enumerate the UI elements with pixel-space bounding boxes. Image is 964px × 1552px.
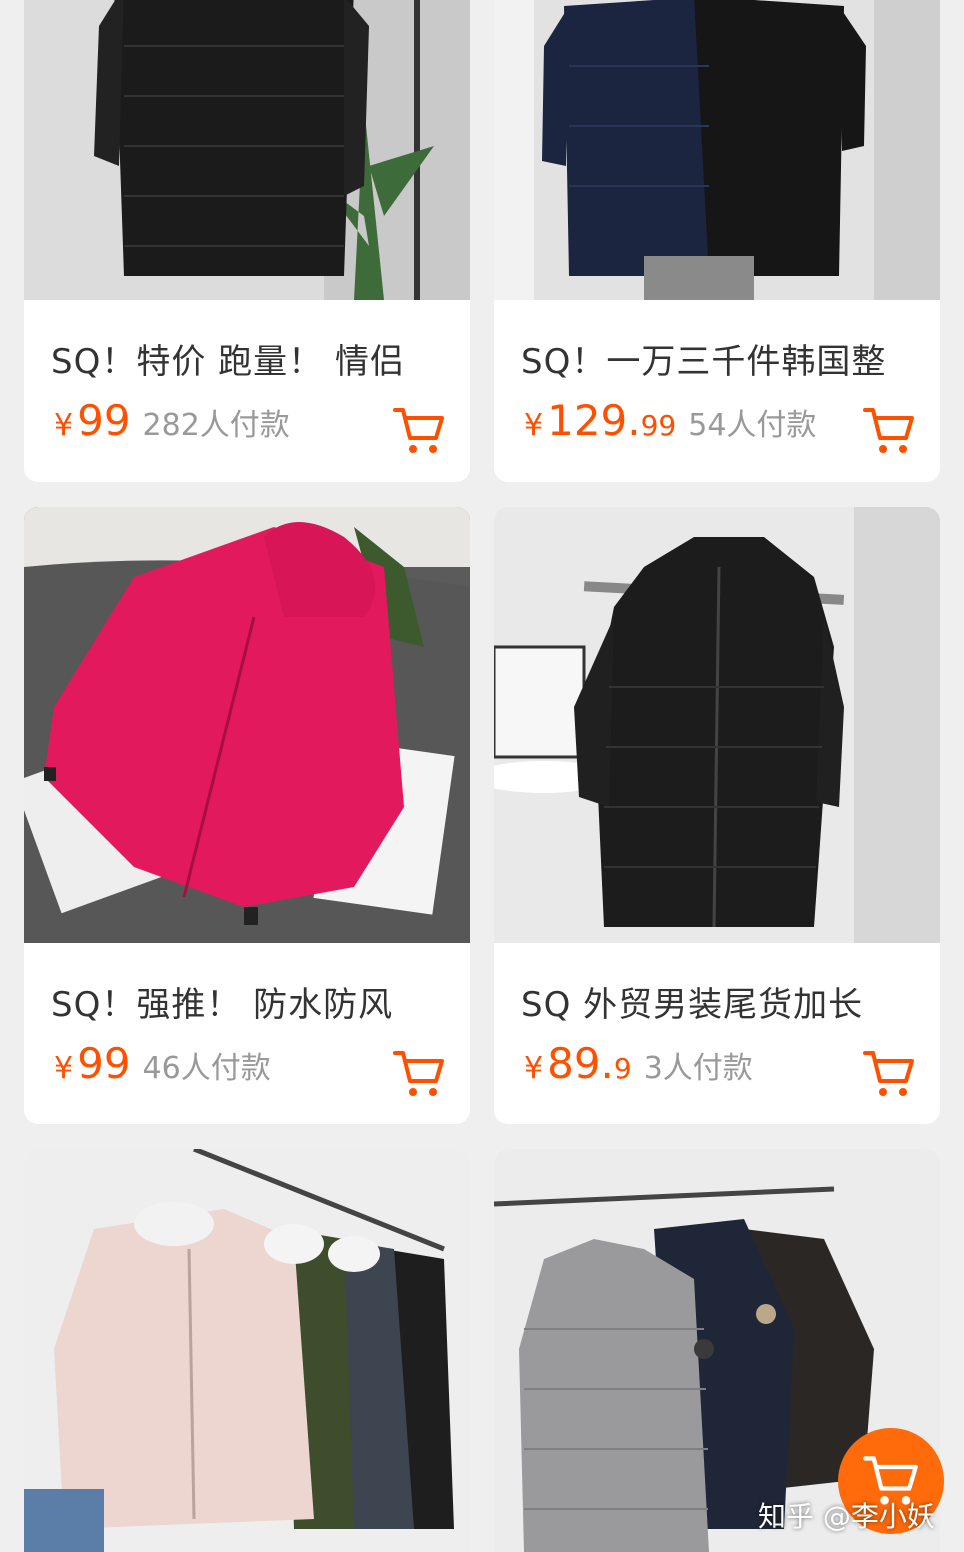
watermark: 知乎 @李小妖: [758, 1500, 935, 1533]
product-title[interactable]: SQ！特价 跑量！ 情侣: [51, 334, 450, 383]
cart-icon: [393, 408, 444, 453]
sales-count: 282人付款: [142, 408, 290, 443]
currency-symbol: ¥: [54, 408, 74, 443]
currency-symbol: ¥: [524, 408, 544, 443]
product-image[interactable]: [24, 0, 470, 300]
price: 129.: [547, 396, 641, 445]
cart-icon: [863, 1051, 914, 1096]
product-image[interactable]: [494, 0, 940, 300]
product-title[interactable]: SQ！强推！ 防水防风: [51, 977, 450, 1026]
product-card-4[interactable]: SQ 外贸男装尾货加长 ¥ 89. 9 3人付款: [494, 507, 940, 1124]
product-card-2[interactable]: SQ！一万三千件韩国整 ¥ 129. 99 54人付款: [494, 0, 940, 482]
price-decimal: 9: [613, 1052, 632, 1085]
add-to-cart-button[interactable]: [862, 1047, 916, 1101]
product-image[interactable]: [24, 507, 470, 943]
currency-symbol: ¥: [524, 1051, 544, 1086]
product-title[interactable]: SQ 外贸男装尾货加长: [521, 977, 920, 1026]
price-row: ¥ 99 282人付款: [54, 396, 290, 452]
product-card-3[interactable]: SQ！强推！ 防水防风 ¥ 99 46人付款: [24, 507, 470, 1124]
product-card-5[interactable]: [24, 1149, 470, 1552]
price: 99: [77, 396, 131, 445]
price-row: ¥ 129. 99 54人付款: [524, 396, 816, 452]
price-row: ¥ 99 46人付款: [54, 1039, 271, 1095]
price: 99: [77, 1039, 131, 1088]
sales-count: 3人付款: [643, 1051, 753, 1086]
add-to-cart-button[interactable]: [862, 404, 916, 458]
cart-icon: [393, 1051, 444, 1096]
product-title[interactable]: SQ！一万三千件韩国整: [521, 334, 920, 383]
price-row: ¥ 89. 9 3人付款: [524, 1039, 753, 1095]
product-card-1[interactable]: SQ！特价 跑量！ 情侣 ¥ 99 282人付款: [24, 0, 470, 482]
cart-icon: [863, 408, 914, 453]
product-image[interactable]: [24, 1149, 470, 1552]
sales-count: 46人付款: [142, 1051, 271, 1086]
add-to-cart-button[interactable]: [392, 404, 446, 458]
product-image[interactable]: [494, 507, 940, 943]
sales-count: 54人付款: [688, 408, 817, 443]
currency-symbol: ¥: [54, 1051, 74, 1086]
price-decimal: 99: [640, 409, 677, 442]
add-to-cart-button[interactable]: [392, 1047, 446, 1101]
price: 89.: [547, 1039, 614, 1088]
